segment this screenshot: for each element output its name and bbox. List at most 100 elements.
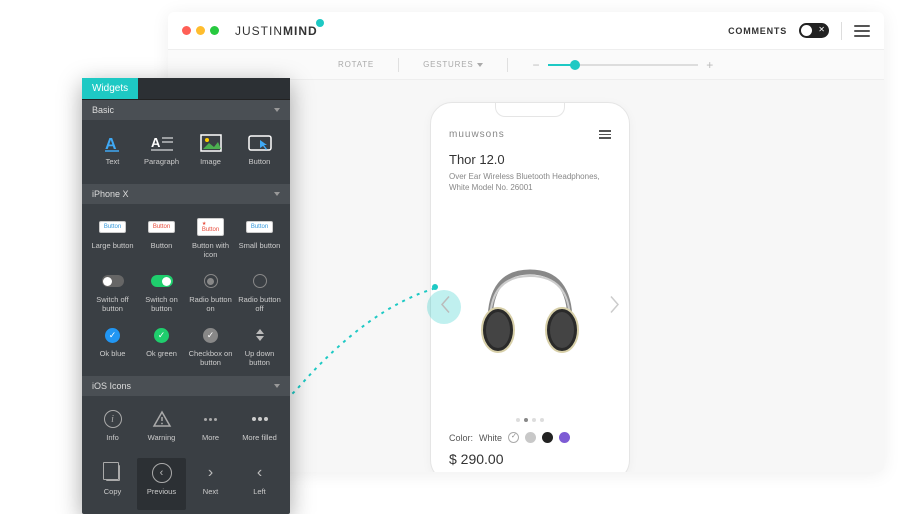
widget-small-button[interactable]: ButtonSmall button: [235, 212, 284, 264]
ios-icons-grid: iInfo Warning More More filled Copy ‹Pre…: [82, 396, 290, 514]
toggle-off-icon: ✕: [818, 25, 825, 34]
chevron-down-icon: [274, 192, 280, 196]
text-icon: A: [100, 132, 126, 154]
more-icon: [204, 418, 217, 421]
brand-dot-icon: [316, 19, 324, 27]
widget-left[interactable]: ‹Left: [235, 458, 284, 510]
color-value: White: [479, 433, 502, 443]
widget-info[interactable]: iInfo: [88, 404, 137, 456]
rotate-button[interactable]: ROTATE: [338, 60, 374, 69]
check-blue-icon: ✓: [105, 328, 120, 343]
widget-previous[interactable]: ‹Previous: [137, 458, 186, 510]
paragraph-icon: A: [149, 132, 175, 154]
widget-ok-green[interactable]: ✓Ok green: [137, 320, 186, 372]
widget-button-plain[interactable]: ButtonButton: [137, 212, 186, 264]
slider-thumb[interactable]: [570, 60, 580, 70]
widget-radio-on[interactable]: Radio button on: [186, 266, 235, 318]
chevron-right-icon: ›: [208, 464, 213, 482]
maximize-icon[interactable]: [210, 26, 219, 35]
store-brand: muuwsons: [449, 129, 505, 140]
gestures-dropdown[interactable]: GESTURES: [423, 60, 483, 69]
phone-mockup: muuwsons Thor 12.0 Over Ear Wireless Blu…: [430, 102, 630, 472]
carousel-next-button[interactable]: [607, 294, 621, 319]
zoom-slider[interactable]: − +: [532, 58, 714, 72]
widget-button[interactable]: Button: [235, 128, 284, 180]
widget-paragraph[interactable]: A Paragraph: [137, 128, 186, 180]
more-filled-icon: [252, 417, 268, 421]
swatch-silver[interactable]: [525, 432, 536, 443]
svg-text:A: A: [151, 135, 161, 150]
section-basic[interactable]: Basic: [82, 100, 290, 120]
widget-warning[interactable]: Warning: [137, 404, 186, 456]
phone-notch: [495, 103, 565, 117]
phone-menu-button[interactable]: [599, 130, 611, 139]
window-controls[interactable]: [182, 26, 219, 35]
chevron-down-icon: [274, 108, 280, 112]
comments-toggle[interactable]: ✕: [799, 23, 829, 38]
section-ios-icons[interactable]: iOS Icons: [82, 376, 290, 396]
zoom-out-icon[interactable]: −: [532, 58, 540, 72]
connector-end-dot: [432, 284, 438, 290]
widget-more-filled[interactable]: More filled: [235, 404, 284, 456]
updown-icon: [256, 329, 264, 341]
widget-radio-off[interactable]: Radio button off: [235, 266, 284, 318]
iphonex-grid: ButtonLarge button ButtonButton ButtonBu…: [82, 204, 290, 376]
separator: [507, 58, 508, 72]
widget-more[interactable]: More: [186, 404, 235, 456]
zoom-in-icon[interactable]: +: [706, 58, 714, 72]
brand-logo: JUSTINMIND: [235, 24, 326, 38]
copy-icon: [106, 465, 120, 481]
chevron-down-icon: [274, 384, 280, 388]
widgets-tab[interactable]: Widgets: [82, 78, 138, 99]
basic-grid: A Text A Paragraph Image Button: [82, 120, 290, 184]
radio-off-icon: [253, 274, 267, 288]
widget-updown[interactable]: Up down button: [235, 320, 284, 372]
menu-button[interactable]: [854, 25, 870, 37]
color-picker-row: Color: White: [449, 432, 611, 443]
chevron-down-icon: [477, 63, 483, 67]
carousel-prev-button[interactable]: [439, 294, 453, 319]
carousel-dots[interactable]: [449, 418, 611, 422]
widget-next[interactable]: ›Next: [186, 458, 235, 510]
product-subtitle: Over Ear Wireless Bluetooth Headphones, …: [449, 171, 611, 193]
comments-label: COMMENTS: [728, 26, 787, 36]
minimize-icon[interactable]: [196, 26, 205, 35]
product-image-carousel: [449, 201, 611, 412]
close-icon[interactable]: [182, 26, 191, 35]
warning-icon: [149, 408, 175, 430]
info-icon: i: [104, 410, 122, 428]
widgets-panel[interactable]: Widgets Basic A Text A Paragraph Image B…: [82, 78, 290, 514]
slider-track[interactable]: [548, 64, 698, 66]
widget-checkbox-on[interactable]: ✓Checkbox on button: [186, 320, 235, 372]
check-green-icon: ✓: [154, 328, 169, 343]
section-iphonex[interactable]: iPhone X: [82, 184, 290, 204]
chevron-left-circle-icon: ‹: [152, 463, 172, 483]
toolbar: ROTATE GESTURES − +: [168, 50, 884, 80]
button-icon: [247, 132, 273, 154]
swatch-black[interactable]: [542, 432, 553, 443]
product-image: [470, 252, 590, 362]
titlebar: JUSTINMIND COMMENTS ✕: [168, 12, 884, 50]
divider: [841, 22, 842, 40]
widget-ok-blue[interactable]: ✓Ok blue: [88, 320, 137, 372]
swatch-white[interactable]: [508, 432, 519, 443]
swatch-purple[interactable]: [559, 432, 570, 443]
widget-button-icon[interactable]: ButtonButton with icon: [186, 212, 235, 264]
image-icon: [198, 132, 224, 154]
color-label: Color:: [449, 433, 473, 443]
check-grey-icon: ✓: [203, 328, 218, 343]
switch-off-icon: [102, 275, 124, 287]
widget-text[interactable]: A Text: [88, 128, 137, 180]
chevron-left-icon: ‹: [257, 464, 262, 482]
separator: [398, 58, 399, 72]
widget-copy[interactable]: Copy: [88, 458, 137, 510]
product-price: $ 290.00: [449, 451, 611, 467]
widget-image[interactable]: Image: [186, 128, 235, 180]
widget-large-button[interactable]: ButtonLarge button: [88, 212, 137, 264]
product-title: Thor 12.0: [449, 152, 611, 167]
widget-switch-off[interactable]: Switch off button: [88, 266, 137, 318]
widget-switch-on[interactable]: Switch on button: [137, 266, 186, 318]
switch-on-icon: [151, 275, 173, 287]
radio-on-icon: [204, 274, 218, 288]
widgets-tabs: Widgets: [82, 78, 290, 100]
